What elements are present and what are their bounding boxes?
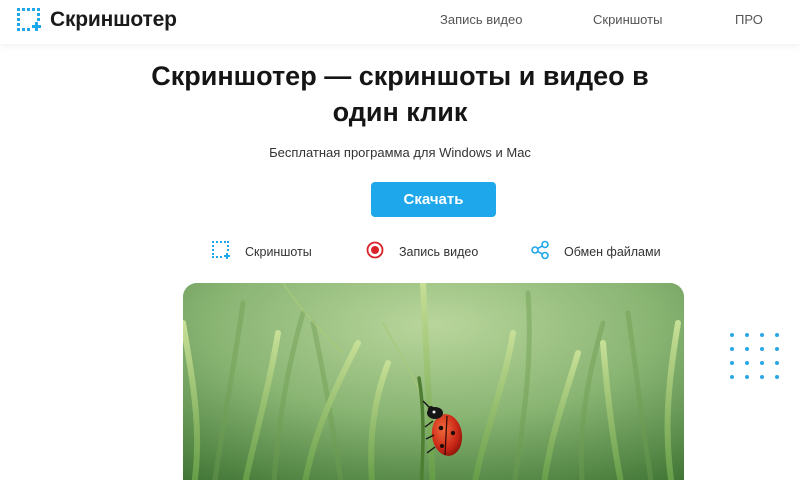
dot xyxy=(730,361,734,365)
nav-pro[interactable]: ПРО xyxy=(735,12,763,27)
logo-text: Скриншотер xyxy=(50,8,177,31)
dot xyxy=(745,375,749,379)
subtitle: Бесплатная программа для Windows и Mac xyxy=(269,145,531,160)
decorative-dots xyxy=(730,333,784,383)
feature-screenshots[interactable]: Скриншоты xyxy=(211,240,312,265)
page-title: Скриншотер — скриншоты и видео в один кл… xyxy=(150,58,650,130)
feature-label-video: Запись видео xyxy=(399,245,479,259)
nav-video-recording[interactable]: Запись видео xyxy=(440,12,522,27)
nav-screenshots[interactable]: Скриншоты xyxy=(593,12,662,27)
dot xyxy=(730,333,734,337)
download-button[interactable]: Скачать xyxy=(371,182,496,217)
record-icon xyxy=(365,240,385,265)
feature-file-sharing[interactable]: Обмен файлами xyxy=(530,240,661,265)
logo[interactable]: Скриншотер xyxy=(16,7,177,33)
screenshot-logo-icon xyxy=(16,7,42,33)
dot xyxy=(730,347,734,351)
share-icon xyxy=(530,240,550,265)
screenshot-icon xyxy=(211,240,231,265)
dot xyxy=(760,375,764,379)
title-line-1: Скриншотер — скриншоты и видео в xyxy=(151,61,649,91)
dot xyxy=(775,347,779,351)
feature-video-recording[interactable]: Запись видео xyxy=(365,241,478,263)
dot xyxy=(760,347,764,351)
title-line-2: один клик xyxy=(332,97,468,127)
dot xyxy=(760,361,764,365)
feature-label-sharing: Обмен файлами xyxy=(564,245,661,259)
dot xyxy=(775,361,779,365)
dot xyxy=(730,375,734,379)
feature-label-screenshots: Скриншоты xyxy=(245,245,312,259)
dot xyxy=(775,375,779,379)
dot xyxy=(760,333,764,337)
site-header: Скриншотер Запись видео Скриншоты ПРО xyxy=(0,0,800,44)
ladybug-on-grass-illustration xyxy=(183,283,684,480)
dot xyxy=(745,361,749,365)
hero-image xyxy=(183,283,684,480)
dot xyxy=(775,333,779,337)
dot xyxy=(745,333,749,337)
dot xyxy=(745,347,749,351)
